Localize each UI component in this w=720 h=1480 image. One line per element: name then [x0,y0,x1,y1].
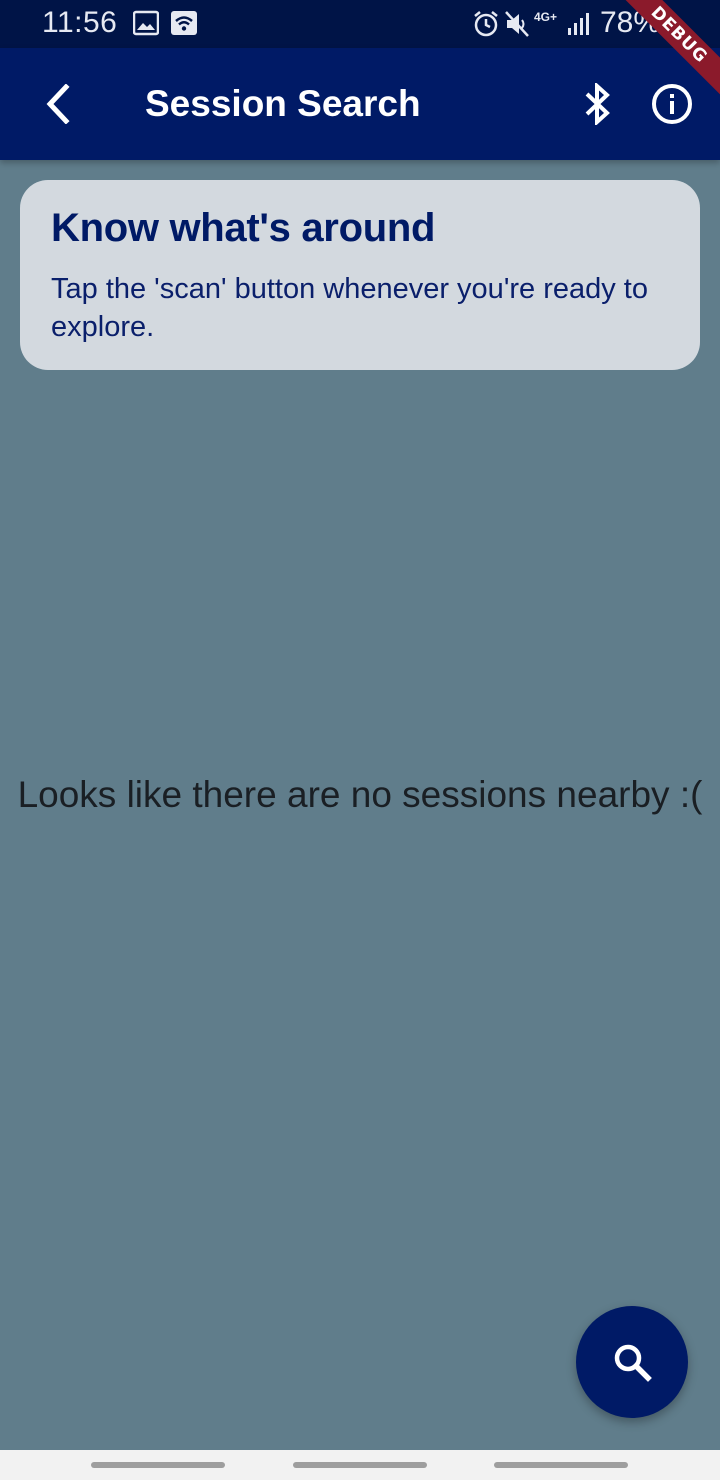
info-button[interactable] [646,78,698,130]
info-card: Know what's around Tap the 'scan' button… [20,180,700,370]
search-icon [614,1344,652,1382]
bluetooth-button[interactable] [572,78,624,130]
nav-back[interactable] [494,1462,628,1468]
nav-recent-apps[interactable] [91,1462,225,1468]
scan-button[interactable] [576,1306,688,1418]
mute-icon [505,11,529,37]
image-icon [133,10,159,36]
network-4g-icon: 4G+ [534,10,558,24]
navigation-bar [0,1450,720,1480]
empty-state-message: Looks like there are no sessions nearby … [17,774,703,815]
bluetooth-icon [585,83,610,125]
info-icon [652,84,692,124]
nav-home[interactable] [293,1462,427,1468]
back-arrow-icon [46,84,70,124]
page-title: Session Search [145,83,421,124]
card-body: Tap the 'scan' button whenever you're re… [51,273,648,343]
back-button[interactable] [28,74,88,134]
status-time: 11:56 [42,6,118,39]
card-title: Know what's around [51,206,436,250]
signal-icon [568,13,589,35]
app-bar: Session Search [0,48,720,160]
alarm-icon [474,11,498,37]
status-bar: 11:56 4G+ 78% [0,0,720,48]
wifi-icon [171,11,197,35]
